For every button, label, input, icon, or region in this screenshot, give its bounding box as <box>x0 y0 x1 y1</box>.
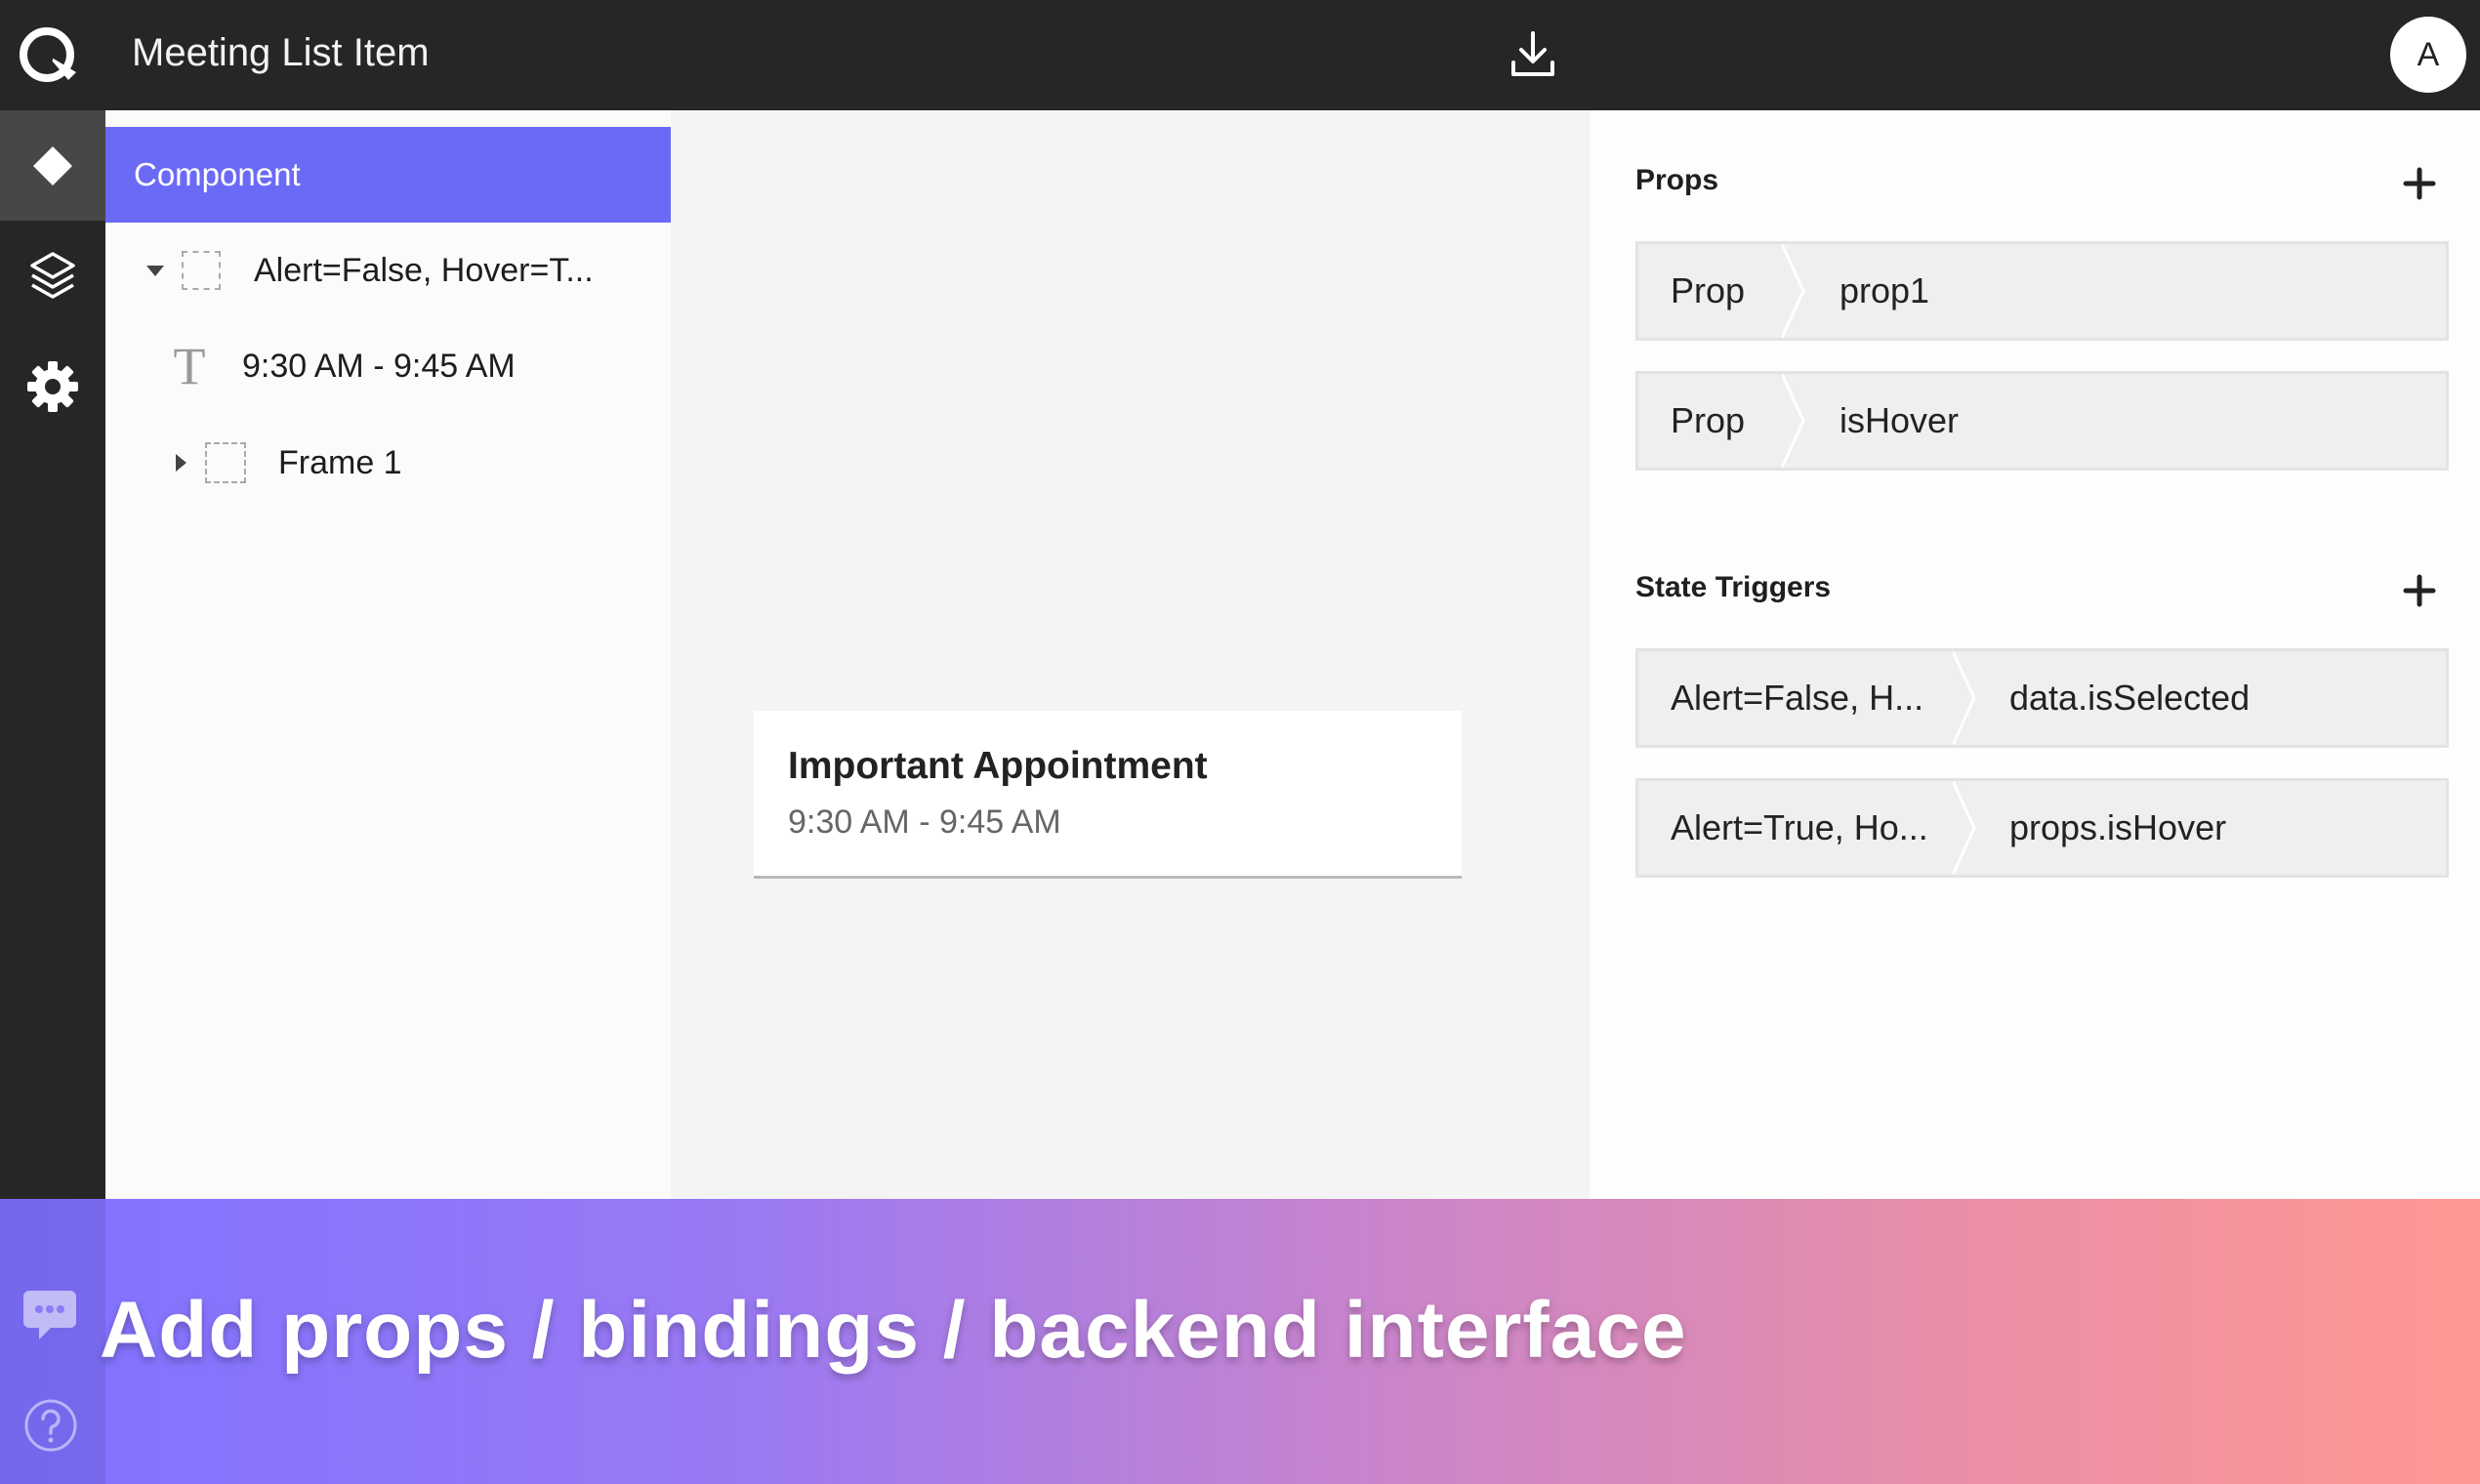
layer-item-alert-frame[interactable]: Alert=False, Hover=T... <box>145 236 594 305</box>
props-section-title: Props <box>1635 164 1719 196</box>
rail-layers-button[interactable] <box>0 221 105 331</box>
meeting-list-item-preview[interactable]: Important Appointment 9:30 AM - 9:45 AM <box>754 711 1462 879</box>
props-panel: Props Prop prop1 Prop isHover State Trig… <box>1590 110 2480 1199</box>
download-icon[interactable] <box>1509 29 1556 80</box>
banner-caption: Add props / bindings / backend interface <box>100 1286 1687 1375</box>
layer-label: 9:30 AM - 9:45 AM <box>242 347 516 385</box>
caret-right-icon[interactable] <box>172 452 189 474</box>
trigger-key: Alert=False, H... <box>1638 651 1956 745</box>
feature-banner: Add props / bindings / backend interface <box>0 1199 2480 1484</box>
state-trigger-row[interactable]: Alert=True, Ho... props.isHover <box>1635 778 2449 878</box>
layers-icon <box>30 251 75 299</box>
settings-gear-icon <box>27 360 78 412</box>
help-icon[interactable] <box>23 1398 78 1453</box>
caret-down-icon[interactable] <box>145 260 166 281</box>
frame-icon <box>205 442 246 483</box>
text-layer-icon: T <box>173 337 206 395</box>
card-title: Important Appointment <box>788 745 1208 787</box>
chevron-separator-icon <box>1782 244 1805 338</box>
add-trigger-plus-icon[interactable] <box>2400 571 2439 610</box>
rail-component-button[interactable] <box>0 110 105 221</box>
top-bar: Meeting List Item A <box>0 0 2480 110</box>
prop-key: Prop <box>1638 244 1785 338</box>
layers-panel: Component Alert=False, Hover=T... T 9:30… <box>105 110 671 1199</box>
chevron-separator-icon <box>1782 374 1805 468</box>
card-time: 9:30 AM - 9:45 AM <box>788 804 1061 841</box>
chat-bubble-icon[interactable] <box>21 1289 78 1341</box>
component-diamond-icon <box>33 145 72 186</box>
component-header[interactable]: Component <box>105 127 671 223</box>
page-title: Meeting List Item <box>132 31 430 74</box>
app-logo-icon[interactable] <box>18 23 80 86</box>
chevron-separator-icon <box>1953 781 1976 875</box>
chevron-separator-icon <box>1953 651 1976 745</box>
trigger-value[interactable]: props.isHover <box>2009 781 2226 875</box>
prop-value[interactable]: isHover <box>1839 374 1959 468</box>
state-trigger-row[interactable]: Alert=False, H... data.isSelected <box>1635 648 2449 748</box>
layer-label: Frame 1 <box>278 443 402 481</box>
trigger-key: Alert=True, Ho... <box>1638 781 1956 875</box>
rail-settings-button[interactable] <box>0 331 105 441</box>
layer-item-frame-1[interactable]: Frame 1 <box>172 429 402 497</box>
prop-key: Prop <box>1638 374 1785 468</box>
prop-row[interactable]: Prop prop1 <box>1635 241 2449 341</box>
user-avatar[interactable]: A <box>2390 17 2466 93</box>
add-prop-plus-icon[interactable] <box>2400 164 2439 203</box>
prop-value[interactable]: prop1 <box>1839 244 1929 338</box>
state-triggers-section-title: State Triggers <box>1635 571 1832 603</box>
layer-label: Alert=False, Hover=T... <box>254 251 594 289</box>
trigger-value[interactable]: data.isSelected <box>2009 651 2250 745</box>
layer-item-time-text[interactable]: T 9:30 AM - 9:45 AM <box>168 332 516 400</box>
design-canvas[interactable]: Important Appointment 9:30 AM - 9:45 AM <box>671 110 1590 1199</box>
prop-row[interactable]: Prop isHover <box>1635 371 2449 471</box>
frame-icon <box>182 251 221 290</box>
